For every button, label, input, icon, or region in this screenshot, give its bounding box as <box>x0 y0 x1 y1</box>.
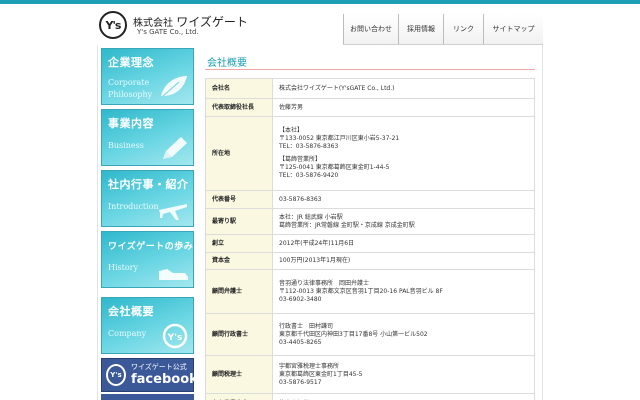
logo-mark-text: Y's <box>105 18 122 32</box>
sidebar-item-sublabel: Business <box>108 141 144 150</box>
table-row: 所在地 【本社】 〒133-0052 東京都江戸川区東小岩5-37-21 TEL：03… <box>205 116 535 191</box>
sidebar-item-label: 社内行事・紹介 <box>108 178 189 191</box>
ys-logo-icon: Y's <box>162 323 188 349</box>
row-value-line: 03-6902-3480 <box>279 295 322 303</box>
company-name-en: Y's GATE Co., Ltd. <box>137 28 199 36</box>
row-value-line: TEL：03-5876-9420 <box>279 172 339 179</box>
leaf-icon <box>161 76 187 97</box>
row-label: 所在地 <box>205 116 273 191</box>
row-value: 株式会社ワイズゲート(Y'sGATE Co., Ltd.) <box>272 78 535 99</box>
table-row: 代表取締役社長 佐藤芳男 <box>205 98 535 117</box>
row-label: 顧問弁護士 <box>205 269 273 314</box>
row-label: 主な事業内容 <box>205 393 273 400</box>
row-value-line: 03-4405-8265 <box>279 338 322 346</box>
row-label: 顧問行政書士 <box>205 313 273 356</box>
row-value: 行政書士 田村謙司 東京都千代田区内神田3丁目17番8号 小山第一ビル502 03-… <box>272 313 535 356</box>
sidebar-item-label: ワイズゲートの歩み <box>108 242 194 252</box>
nav-sitemap[interactable]: サイトマップ <box>483 14 543 44</box>
global-nav: お問い合わせ 採用情報 リンク サイトマップ <box>343 14 543 44</box>
row-value-line: 宇都宮雅税理士事務所 <box>279 362 340 370</box>
row-value-line: 【葛飾営業所】 <box>279 156 322 163</box>
title-underline <box>205 69 535 70</box>
sidebar-item-introduction[interactable]: 社内行事・紹介 Introduction <box>101 170 194 227</box>
sidebar-item-business[interactable]: 事業内容 Business <box>101 109 194 166</box>
row-value-line: 株式会社ワイズゲート(Y'sGATE Co., Ltd.) <box>279 84 395 92</box>
table-row: 代表番号 03-5876-8363 <box>205 190 535 209</box>
row-label: 会社名 <box>205 78 273 99</box>
table-row: 顧問行政書士 行政書士 田村謙司 東京都千代田区内神田3丁目17番8号 小山第一ビル… <box>205 313 535 356</box>
row-value-line: 佐藤芳男 <box>279 103 304 111</box>
row-value-line: 〒112-0013 東京都文京区音羽1丁目20-16 PAL音羽ビル 8F <box>279 287 443 295</box>
company-logo-icon[interactable]: Y's <box>99 11 127 39</box>
secondary-banner[interactable] <box>101 394 194 400</box>
row-label: 顧問税理士 <box>205 355 273 394</box>
row-value: 100万円(2013年1月現在) <box>272 252 535 270</box>
svg-text:Y's: Y's <box>167 333 183 343</box>
row-value-line: 行政書士 田村謙司 <box>279 322 334 330</box>
row-value: 佐藤芳男 <box>272 98 535 117</box>
facebook-banner[interactable]: Y's ワイズゲート公式 facebook <box>101 358 198 392</box>
sidebar-item-sublabel: Philosophy <box>108 90 153 99</box>
table-row: 最寄り駅 本社：JR 総武線 小岩駅 葛飾営業所：JR常磐線 金町駅・京成線 京成金… <box>205 208 535 235</box>
row-value: 飲食店経営 <box>272 393 535 400</box>
sidebar-item-sublabel: History <box>108 263 139 272</box>
row-label: 代表番号 <box>205 190 273 209</box>
row-value: 宇都宮雅税理士事務所 東京都葛飾区東金町1丁目45-5 03-5876-9517 <box>272 355 535 394</box>
row-value-line: 〒133-0052 東京都江戸川区東小岩5-37-21 <box>279 135 400 142</box>
row-label: 創立 <box>205 234 273 253</box>
row-value-line: 葛飾営業所：JR常磐線 金町駅・京成線 京成金町駅 <box>279 221 415 229</box>
table-row: 会社名 株式会社ワイズゲート(Y'sGATE Co., Ltd.) <box>205 78 535 99</box>
row-value: 【本社】 〒133-0052 東京都江戸川区東小岩5-37-21 TEL：03-58… <box>272 116 535 191</box>
sidebar-item-sublabel: Introduction <box>108 202 159 211</box>
sidebar-item-label: 企業理念 <box>108 56 154 69</box>
row-value-line: 100万円(2013年1月現在) <box>279 257 351 264</box>
row-value-line: 03-5876-9517 <box>279 378 322 386</box>
shoe-icon <box>159 269 188 280</box>
nav-contact[interactable]: お問い合わせ <box>343 14 398 44</box>
facebook-banner-sub: ワイズゲート公式 <box>131 363 187 371</box>
ys-logo-icon: Y's <box>106 364 126 386</box>
table-row: 資本金 100万円(2013年1月現在) <box>205 252 535 270</box>
row-value: 2012年(平成24年)11月6日 <box>272 234 535 253</box>
row-label: 代表取締役社長 <box>205 98 273 117</box>
nav-links[interactable]: リンク <box>443 14 483 44</box>
sidebar-item-label: 会社概要 <box>108 305 154 318</box>
row-value: 音羽通り法律事務所 岡田弁護士 〒112-0013 東京都文京区音羽1丁目20-1… <box>272 269 535 314</box>
table-row: 主な事業内容飲食店経営 <box>205 393 535 400</box>
company-info-table: 会社名 株式会社ワイズゲート(Y'sGATE Co., Ltd.) 代表取締役社長佐… <box>205 78 535 400</box>
row-label: 資本金 <box>205 252 273 270</box>
row-label: 最寄り駅 <box>205 208 273 235</box>
nav-recruit[interactable]: 採用情報 <box>398 14 443 44</box>
sidebar-item-label: 事業内容 <box>108 117 154 130</box>
sidebar-item-company[interactable]: 会社概要 Company Y's <box>101 297 194 354</box>
airplane-icon <box>159 204 187 220</box>
row-value: 03-5876-8363 <box>272 190 535 209</box>
table-row: 顧問税理士 宇都宮雅税理士事務所 東京都葛飾区東金町1丁目45-5 03-5876-9… <box>205 355 535 394</box>
row-value-line: TEL：03-5876-8363 <box>279 143 339 150</box>
row-value-line: 03-5876-8363 <box>279 195 322 203</box>
sidebar-item-history[interactable]: ワイズゲートの歩み History <box>101 231 194 288</box>
sidebar-item-sublabel: Corporate <box>108 78 150 87</box>
table-row: 創立 2012年(平成24年)11月6日 <box>205 234 535 253</box>
sidebar-item-philosophy[interactable]: 企業理念 Corporate Philosophy <box>101 48 194 105</box>
row-value: 本社：JR 総武線 小岩駅 葛飾営業所：JR常磐線 金町駅・京成線 京成金町駅 <box>272 208 535 235</box>
site-header: Y's 株式会社 ワイズゲート Y's GATE Co., Ltd. <box>0 4 640 44</box>
sidebar-item-sublabel: Company <box>108 329 147 338</box>
company-name-text: ワイズゲート <box>176 15 248 29</box>
sidebar: 企業理念 Corporate Philosophy 事業内容 Business … <box>99 45 198 400</box>
page-title: 会社概要 <box>207 58 247 69</box>
pencil-icon <box>163 137 187 159</box>
row-value-line: 本社：JR 総武線 小岩駅 <box>279 213 343 221</box>
row-value-line: 【本社】 <box>279 127 304 134</box>
row-value-line: 東京都葛飾区東金町1丁目45-5 <box>279 370 363 378</box>
row-value-line: 〒125-0041 東京都葛飾区東金町1-44-5 <box>279 164 390 171</box>
row-value-line: 2012年(平成24年)11月6日 <box>279 239 355 247</box>
row-value-line: 音羽通り法律事務所 岡田弁護士 <box>279 279 370 287</box>
table-row: 顧問弁護士 音羽通り法律事務所 岡田弁護士 〒112-0013 東京都文京区音羽1丁… <box>205 269 535 314</box>
facebook-wordmark: facebook <box>131 372 198 387</box>
row-value-line: 東京都千代田区内神田3丁目17番8号 小山第一ビル502 <box>279 330 428 338</box>
